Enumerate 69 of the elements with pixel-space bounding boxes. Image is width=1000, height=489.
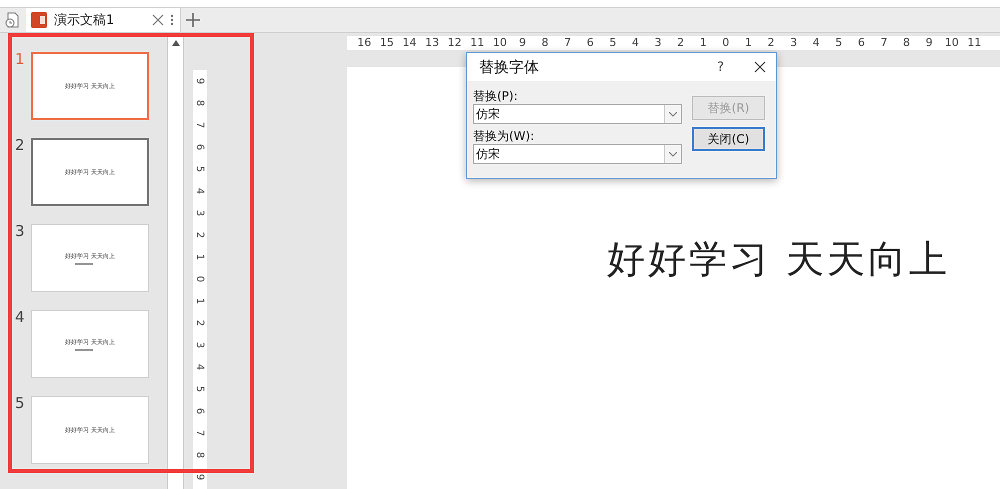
ruler-label: 0 bbox=[721, 36, 730, 50]
close-icon[interactable] bbox=[754, 61, 766, 73]
ruler-label: 6 bbox=[194, 142, 206, 152]
ruler-label: 12 bbox=[446, 36, 463, 50]
ruler-label: 4 bbox=[194, 362, 206, 372]
ruler-label: 10 bbox=[492, 36, 508, 50]
ruler-label: 3 bbox=[194, 340, 206, 350]
ruler-label: 6 bbox=[586, 36, 595, 50]
ruler-label: 7 bbox=[563, 36, 572, 50]
ruler-label: 5 bbox=[834, 36, 844, 50]
tab-title: 演示文稿1 bbox=[54, 12, 116, 29]
ruler-label: 4 bbox=[812, 36, 821, 50]
ruler-label: 1 bbox=[194, 252, 206, 262]
ruler-label: 9 bbox=[194, 472, 206, 482]
field-label: 替换(P): bbox=[473, 88, 519, 104]
field-label: 替换为(W): bbox=[473, 128, 536, 144]
ruler-label: 9 bbox=[924, 36, 934, 50]
ruler-label: 1 bbox=[698, 36, 708, 50]
ruler-label: 4 bbox=[194, 186, 206, 196]
ruler-label: 5 bbox=[194, 164, 206, 174]
slide-number: 3 bbox=[14, 224, 26, 239]
slide-title[interactable]: 好好学习 天天向上 bbox=[606, 234, 950, 282]
slide-number: 1 bbox=[14, 52, 26, 67]
more-icon[interactable] bbox=[170, 14, 174, 26]
ruler-label: 11 bbox=[966, 36, 982, 50]
ruler-label: 3 bbox=[194, 208, 206, 218]
dialog-button[interactable]: 关闭(C) bbox=[692, 127, 765, 151]
ruler-label: 0 bbox=[194, 274, 206, 284]
caret-icon bbox=[669, 112, 677, 116]
font-select[interactable]: 仿宋 bbox=[473, 144, 682, 164]
ruler-label: 4 bbox=[630, 36, 640, 50]
ruler-label: 9 bbox=[518, 36, 527, 50]
ruler-label: 9 bbox=[194, 76, 206, 86]
ruler-label: 10 bbox=[944, 36, 960, 50]
ruler-label: 14 bbox=[401, 36, 418, 50]
ruler-label: 5 bbox=[608, 36, 618, 50]
ruler-label: 6 bbox=[194, 406, 206, 416]
ruler-label: 11 bbox=[469, 36, 486, 50]
ruler-label: 7 bbox=[194, 120, 206, 130]
ruler-label: 5 bbox=[194, 384, 206, 394]
presentation-file-icon bbox=[30, 11, 48, 29]
font-select[interactable]: 仿宋 bbox=[473, 104, 682, 124]
ruler-label: 16 bbox=[356, 36, 372, 50]
caret-icon bbox=[669, 152, 677, 156]
ruler-label: 7 bbox=[194, 428, 206, 438]
dialog-title: 替换字体 bbox=[479, 58, 540, 76]
ruler-label: 1 bbox=[744, 36, 753, 50]
scrollbar[interactable] bbox=[167, 35, 184, 489]
ruler-label: 3 bbox=[654, 36, 663, 50]
ruler-label: 6 bbox=[856, 36, 866, 50]
ruler-label: 2 bbox=[676, 36, 686, 50]
ruler-label: 8 bbox=[194, 98, 206, 108]
ruler-label: 3 bbox=[789, 36, 798, 50]
ruler-label: 8 bbox=[540, 36, 550, 50]
ruler-label: 15 bbox=[378, 36, 395, 50]
help-button[interactable]: ? bbox=[717, 60, 724, 74]
slide-number: 4 bbox=[14, 310, 26, 325]
ruler-label: 2 bbox=[194, 318, 206, 328]
ruler-label: 8 bbox=[194, 450, 206, 460]
ruler-label: 8 bbox=[902, 36, 912, 50]
slide-number: 2 bbox=[14, 138, 26, 153]
ruler-label: 1 bbox=[194, 296, 206, 306]
ruler-label: 7 bbox=[879, 36, 888, 50]
scroll-up-icon[interactable] bbox=[172, 40, 180, 46]
slide-number: 5 bbox=[14, 396, 26, 411]
ruler-label: 13 bbox=[424, 36, 440, 50]
ruler-label: 2 bbox=[766, 36, 776, 50]
document-tab[interactable]: 演示文稿1 bbox=[26, 8, 181, 32]
ruler-label: 2 bbox=[194, 230, 206, 240]
